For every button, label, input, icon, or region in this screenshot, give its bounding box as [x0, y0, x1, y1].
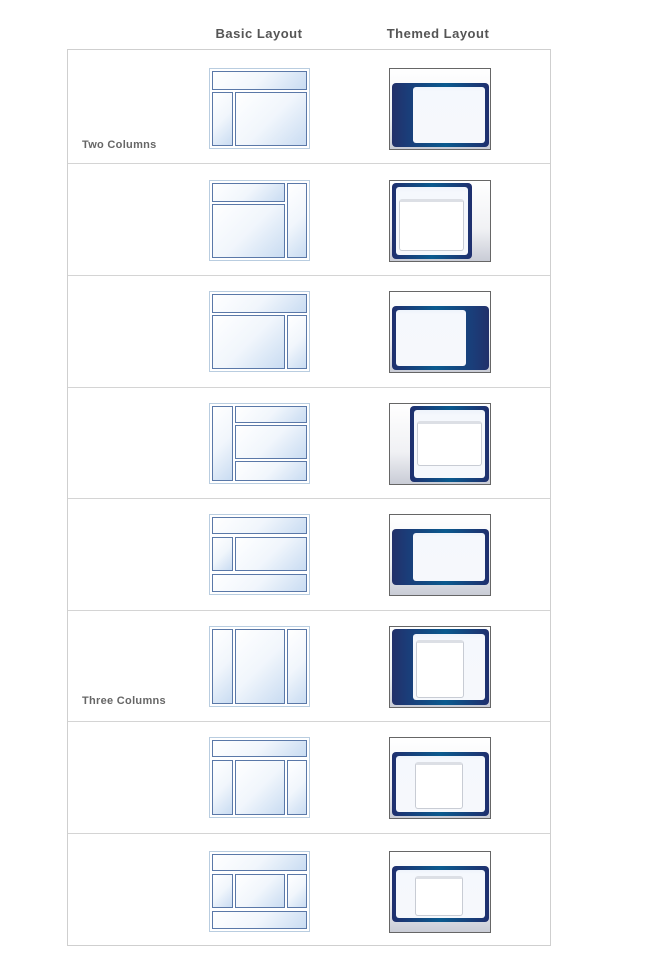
theme-inner-box	[417, 421, 482, 466]
theme-inner-box	[416, 640, 464, 698]
layout-footer-cell	[235, 461, 307, 481]
themed-layout-thumbnail[interactable]	[389, 291, 491, 373]
layout-header-cell	[212, 517, 307, 534]
layout-main-cell	[212, 204, 285, 258]
layout-row	[68, 499, 550, 611]
layout-main-cell	[235, 537, 307, 571]
layout-table: Two Columns Three Columns	[67, 49, 551, 946]
layout-row	[68, 834, 550, 947]
layout-row: Two Columns	[68, 50, 550, 164]
layout-row	[68, 388, 550, 499]
layout-header-cell	[212, 854, 307, 871]
layout-center-column-cell	[235, 760, 285, 815]
theme-inner-box	[415, 876, 463, 916]
themed-layout-thumbnail[interactable]	[389, 514, 491, 596]
layout-sidebar-cell	[287, 183, 307, 258]
layout-header-cell	[212, 71, 307, 90]
layout-left-column-cell	[212, 629, 233, 704]
layout-sidebar-cell	[212, 537, 233, 571]
row-label: Three Columns	[82, 695, 166, 707]
layout-header-cell	[212, 183, 285, 202]
layout-right-column-cell	[287, 760, 307, 815]
basic-layout-thumbnail[interactable]	[209, 514, 310, 595]
basic-layout-thumbnail[interactable]	[209, 68, 310, 149]
layout-row	[68, 164, 550, 276]
themed-layout-thumbnail[interactable]	[389, 68, 491, 150]
layout-main-cell	[235, 92, 307, 146]
layout-left-column-cell	[212, 760, 233, 815]
layout-header-cell	[212, 740, 307, 757]
layout-center-column-cell	[235, 874, 285, 908]
layout-row	[68, 276, 550, 388]
layout-right-column-cell	[287, 874, 307, 908]
layout-sidebar-cell	[287, 315, 307, 369]
row-label: Two Columns	[82, 139, 157, 151]
layout-main-cell	[235, 425, 307, 459]
themed-layout-thumbnail[interactable]	[389, 851, 491, 933]
layout-header-cell	[212, 294, 307, 313]
layout-row	[68, 722, 550, 834]
basic-layout-thumbnail[interactable]	[209, 626, 310, 707]
layout-header-cell	[235, 406, 307, 423]
basic-layout-thumbnail[interactable]	[209, 403, 310, 484]
theme-content-panel	[396, 310, 466, 366]
layout-center-column-cell	[235, 629, 285, 704]
layout-sidebar-cell	[212, 92, 233, 146]
themed-layout-thumbnail[interactable]	[389, 403, 491, 485]
layout-right-column-cell	[287, 629, 307, 704]
themed-layout-thumbnail[interactable]	[389, 180, 491, 262]
basic-layout-thumbnail[interactable]	[209, 851, 310, 932]
theme-content-panel	[413, 533, 485, 581]
theme-content-panel	[413, 87, 485, 143]
layout-sidebar-cell	[212, 406, 233, 481]
layout-row: Three Columns	[68, 611, 550, 722]
layout-footer-cell	[212, 911, 307, 929]
basic-layout-thumbnail[interactable]	[209, 291, 310, 372]
layout-main-cell	[212, 315, 285, 369]
basic-layout-thumbnail[interactable]	[209, 737, 310, 818]
basic-layout-thumbnail[interactable]	[209, 180, 310, 261]
layout-left-column-cell	[212, 874, 233, 908]
column-header-themed-layout: Themed Layout	[386, 26, 490, 41]
themed-layout-thumbnail[interactable]	[389, 626, 491, 708]
theme-inner-box	[415, 762, 463, 809]
column-header-basic-layout: Basic Layout	[215, 26, 303, 41]
layout-footer-cell	[212, 574, 307, 592]
theme-inner-box	[399, 199, 464, 251]
themed-layout-thumbnail[interactable]	[389, 737, 491, 819]
